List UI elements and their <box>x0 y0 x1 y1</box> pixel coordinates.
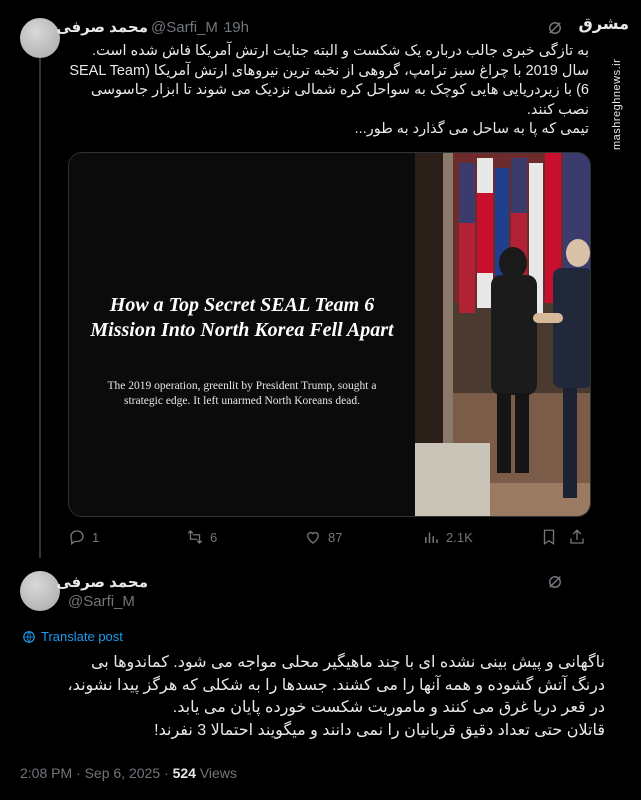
heart-icon <box>307 531 319 544</box>
tweet-text-line: 6) با زیردریایی هایی کوچک به سواحل کره ش… <box>90 82 589 98</box>
tweet-text: ناگهانی و پیش بینی نشده ای با چند ماهیگی… <box>20 652 605 742</box>
tweet-author-row: @Sarfi_M · <box>151 19 227 36</box>
author-name[interactable]: محمد صرفی <box>56 574 148 591</box>
tweet-text-line: به تازگی خبری جالب درباره یک شکست و البت… <box>92 43 589 59</box>
watermark-site: mashreghnews.ir <box>611 58 623 150</box>
tweet-text-line: نصب کنند. <box>526 101 589 118</box>
post-date[interactable]: Sep 6, 2025 <box>85 765 161 781</box>
tweet-text: به تازگی خبری جالب درباره یک شکست و البت… <box>66 42 589 140</box>
author-name-wrap: محمد صرفی <box>56 573 148 591</box>
article-card: How a Top Secret SEAL Team 6 Mission Int… <box>69 153 415 516</box>
media-image[interactable]: How a Top Secret SEAL Team 6 Mission Int… <box>68 152 591 517</box>
avatar[interactable] <box>20 18 60 58</box>
author-handle[interactable]: @Sarfi_M <box>151 19 218 36</box>
translate-label: Translate post <box>41 629 123 644</box>
repost-icon <box>187 530 203 544</box>
views-count: 2.1K <box>446 529 473 545</box>
avatar[interactable] <box>20 571 60 611</box>
article-headline: How a Top Secret SEAL Team 6 Mission Int… <box>90 294 394 341</box>
post-time[interactable]: 2:08 PM <box>20 765 72 781</box>
tweet-actions: 1 6 87 2.1K <box>66 528 591 550</box>
author-handle[interactable]: @Sarfi_M <box>68 593 135 610</box>
repost-count: 6 <box>210 529 218 545</box>
views-label: Views <box>199 765 237 781</box>
share-button[interactable] <box>568 528 586 546</box>
post-meta: 2:08 PM · Sep 6, 2025 · 524 Views <box>20 765 237 781</box>
reply-count: 1 <box>92 529 100 545</box>
tweet-text-line: تیمی که پا به ساحل می گذارد به طور... <box>354 121 589 137</box>
photo <box>415 153 590 516</box>
grok-icon[interactable] <box>546 19 564 37</box>
like-count: 87 <box>328 529 343 545</box>
author-handle-row: @Sarfi_M <box>68 593 135 610</box>
reply-button[interactable]: 1 <box>68 528 99 546</box>
analytics-icon <box>425 532 438 543</box>
thread-line <box>39 58 41 558</box>
author-name[interactable]: محمد صرفی <box>56 19 148 36</box>
separator-dot: · <box>164 765 169 781</box>
translate-icon <box>23 630 35 643</box>
separator-dot: · <box>76 765 81 781</box>
article-subhead: The 2019 operation, greenlit by Presiden… <box>107 380 377 407</box>
bookmark-icon <box>543 529 555 546</box>
post-time[interactable]: 19h <box>224 19 249 36</box>
share-icon <box>570 529 584 544</box>
like-button[interactable]: 87 <box>304 528 342 546</box>
author-name-wrap: محمد صرفی <box>56 18 148 36</box>
repost-button[interactable]: 6 <box>186 528 217 546</box>
tweet-header: 19h <box>224 19 249 36</box>
tweet-text-line: ناگهانی و پیش بینی نشده ای با چند ماهیگی… <box>90 654 605 671</box>
views-count: 524 <box>172 765 196 781</box>
tweet-text-line: درنگ آتش گشوده و همه آنها را می کشند. جس… <box>67 676 605 694</box>
bookmark-button[interactable] <box>540 528 558 546</box>
tweet-text-line: قاتلان حتی تعداد دقیق قربانیان را نمی دا… <box>154 721 605 739</box>
grok-icon[interactable] <box>546 573 564 591</box>
tweet-text-line: سال 2019 با چراغ سبز ترامپ، گروهی از نخب… <box>69 62 589 79</box>
views-button[interactable]: 2.1K <box>422 528 473 546</box>
separator-dot: · <box>222 19 228 36</box>
watermark-logo: مشرق <box>578 16 629 33</box>
translate-post-link[interactable]: Translate post <box>22 629 123 644</box>
reply-icon <box>70 530 84 546</box>
tweet-text-line: در قعر دریا غرق می کنند و ماموریت شکست خ… <box>172 699 605 716</box>
photo-illustration <box>415 153 590 516</box>
